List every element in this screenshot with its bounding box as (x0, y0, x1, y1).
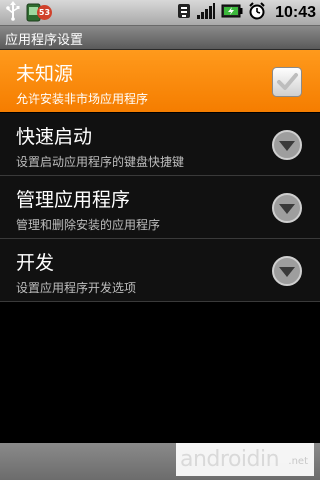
setting-title: 未知源 (16, 63, 74, 85)
unknown-sources-checkbox[interactable] (271, 66, 303, 98)
setting-title: 管理应用程序 (16, 189, 131, 211)
setting-summary: 允许安装非市场应用程序 (16, 92, 149, 106)
usb-icon (6, 0, 20, 25)
settings-list: 未知源 允许安装非市场应用程序 快速启动 设置启动应用程序的键盘快捷键 管理应用… (0, 50, 320, 302)
chevron-down-icon (271, 192, 303, 224)
notification-app-icon: 53 (26, 2, 52, 23)
setting-summary: 管理和删除安装的应用程序 (16, 218, 161, 232)
chevron-down-icon (271, 129, 303, 161)
watermark-tld: .net (288, 456, 308, 467)
setting-quick-launch[interactable]: 快速启动 设置启动应用程序的键盘快捷键 (0, 113, 320, 176)
setting-summary: 设置启动应用程序的键盘快捷键 (16, 155, 185, 169)
setting-manage-applications[interactable]: 管理应用程序 管理和删除安装的应用程序 (0, 176, 320, 239)
notification-count-badge: 53 (37, 5, 52, 20)
battery-icon (221, 3, 243, 22)
watermark-brand: androidin (180, 447, 280, 472)
checkbox-checked-icon (272, 67, 302, 97)
signal-icon (196, 2, 216, 24)
wifi-icon (177, 2, 191, 24)
alarm-icon (248, 1, 266, 24)
title-bar: 应用程序设置 (0, 26, 320, 50)
status-clock: 10:43 (275, 3, 316, 21)
status-bar: 53 10:43 (0, 0, 320, 26)
watermark: androidin .net (176, 443, 314, 476)
setting-title: 快速启动 (16, 126, 93, 148)
setting-title: 开发 (16, 252, 55, 274)
setting-development[interactable]: 开发 设置应用程序开发选项 (0, 239, 320, 302)
setting-unknown-sources[interactable]: 未知源 允许安装非市场应用程序 (0, 50, 320, 113)
page-title: 应用程序设置 (5, 33, 84, 48)
setting-summary: 设置应用程序开发选项 (16, 281, 137, 295)
chevron-down-icon (271, 255, 303, 287)
